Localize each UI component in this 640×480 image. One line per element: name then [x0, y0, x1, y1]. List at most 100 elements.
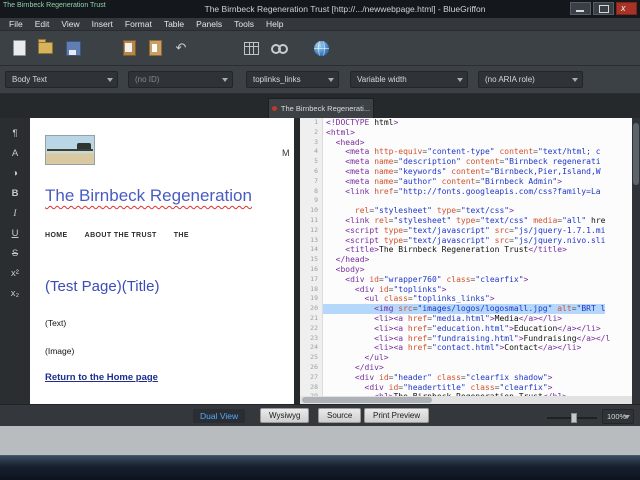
code-line[interactable]: 27 <div id="header" class="clearfix shad… [300, 372, 632, 383]
code-line[interactable]: 7 <meta name="author" content="Birnbeck … [300, 176, 632, 187]
maximize-button[interactable] [593, 2, 614, 15]
image-placeholder[interactable]: (Image) [45, 346, 74, 356]
wysiwyg-pane[interactable]: M The Birnbeck Regeneration HOME ABOUT TH… [30, 118, 294, 404]
code-line[interactable]: 26 </div> [300, 362, 632, 373]
menu-table[interactable]: Table [158, 19, 190, 29]
code-line[interactable]: 14 <title>The Birnbeck Regeneration Trus… [300, 245, 632, 256]
color-picker-button[interactable]: ◑ [5, 166, 25, 181]
width-dropdown[interactable]: Variable width [350, 71, 468, 88]
source-horizontal-scrollbar[interactable] [300, 396, 632, 404]
subscript-button[interactable]: x₂ [5, 286, 25, 301]
page-title[interactable]: The Birnbeck Regeneration [45, 186, 252, 206]
code-line[interactable]: 18 <div id="toplinks"> [300, 284, 632, 295]
minimize-button[interactable] [570, 2, 591, 15]
bluegriffon-window: The Birnbeck Regeneration Trust The Birn… [0, 0, 640, 480]
chevron-down-icon [572, 78, 578, 82]
code-line[interactable]: 1 <!DOCTYPE html> [300, 118, 632, 128]
nav-item-about-the-trust[interactable]: ABOUT THE TRUST [85, 232, 157, 239]
code-line[interactable]: 16 <body> [300, 264, 632, 275]
toplinks-partial-text[interactable]: M [282, 148, 290, 158]
code-line[interactable]: 2 <html> [300, 127, 632, 138]
line-number: 20 [300, 304, 323, 314]
code-line[interactable]: 22 <li><a href="education.html">Educatio… [300, 323, 632, 334]
dual-view-button[interactable]: Dual View [193, 409, 246, 423]
menu-view[interactable]: View [55, 19, 85, 29]
code-line[interactable]: 12 <script type="text/javascript" src="j… [300, 225, 632, 236]
code-line[interactable]: 21 <li><a href="media.html">Media</a></l… [300, 313, 632, 324]
paragraph-format-dropdown[interactable]: Body Text [5, 71, 118, 88]
scrollbar-thumb[interactable] [633, 123, 639, 185]
menu-panels[interactable]: Panels [190, 19, 228, 29]
scrollbar-thumb[interactable] [302, 397, 432, 403]
paste-icon[interactable] [144, 37, 166, 59]
link-icon[interactable] [268, 37, 290, 59]
code-line[interactable]: 10 rel="stylesheet" type="text/css"> [300, 206, 632, 216]
element-id-dropdown[interactable]: (no ID) [128, 71, 233, 88]
bold-button[interactable]: B [5, 186, 25, 201]
code-line[interactable]: 6 <meta name="keywords" content="Birnbec… [300, 166, 632, 177]
save-icon [65, 40, 81, 56]
code-line[interactable]: 23 <li><a href="fundraising.html">Fundra… [300, 333, 632, 344]
underline-button[interactable]: U [5, 226, 25, 241]
code-line[interactable]: 5 <meta name="description" content="Birn… [300, 157, 632, 167]
menu-insert[interactable]: Insert [86, 19, 119, 29]
aria-role-dropdown[interactable]: (no ARIA role) [478, 71, 583, 88]
home-page-link[interactable]: Return to the Home page [45, 372, 158, 383]
close-button[interactable]: x [616, 2, 637, 15]
line-number: 19 [300, 294, 323, 305]
minimize-icon [576, 10, 584, 12]
clipboard-icon[interactable] [118, 37, 140, 59]
print-preview-button[interactable]: Print Preview [364, 408, 430, 423]
strikethrough-button[interactable]: S [5, 246, 25, 261]
open-document-icon[interactable] [34, 37, 56, 59]
menu-format[interactable]: Format [119, 19, 158, 29]
text-placeholder[interactable]: (Text) [45, 318, 66, 328]
code-line[interactable]: 17 <div id="wrapper760" class="clearfix"… [300, 274, 632, 285]
css-class-dropdown[interactable]: toplinks_links [246, 71, 339, 88]
undo-icon[interactable] [170, 37, 192, 59]
document-tab[interactable]: The Birnbeck Regenerati... [268, 98, 374, 118]
menu-help[interactable]: Help [260, 19, 289, 29]
line-number: 17 [300, 274, 323, 285]
superscript-button[interactable]: x² [5, 266, 25, 281]
code-line[interactable]: 15 </head> [300, 255, 632, 265]
wysiwyg-view-button[interactable]: Wysiwyg [260, 408, 310, 423]
code-line[interactable]: 11 <link rel="stylesheet" type="text/css… [300, 215, 632, 226]
paragraph-mark-button[interactable]: ¶ [5, 126, 25, 141]
code-line[interactable]: 3 <head> [300, 137, 632, 148]
code-line[interactable]: 9 [300, 196, 632, 207]
zoom-slider[interactable] [547, 413, 597, 423]
code-line[interactable]: 20 <img src="images/logos/logosmall.jpg"… [300, 304, 632, 314]
menu-tools[interactable]: Tools [228, 19, 260, 29]
font-family-button[interactable]: A [5, 146, 25, 161]
paragraph-format-value: Body Text [12, 75, 47, 84]
preview-globe-icon[interactable] [310, 37, 332, 59]
code-line[interactable]: 24 <li><a href="contact.html">Contact</a… [300, 343, 632, 354]
test-page-heading[interactable]: (Test Page)(Title) [45, 278, 159, 295]
code-line[interactable]: 8 <link href="http://fonts.googleapis.co… [300, 186, 632, 197]
code-line[interactable]: 4 <meta http-equiv="content-type" conten… [300, 147, 632, 158]
source-vertical-scrollbar[interactable] [632, 118, 640, 404]
code-line[interactable]: 13 <script type="text/javascript" src="j… [300, 235, 632, 246]
code-line[interactable]: 19 <ul class="toplinks_links"> [300, 294, 632, 305]
zoom-slider-thumb[interactable] [571, 413, 577, 423]
italic-button[interactable]: I [5, 206, 25, 221]
save-icon[interactable] [62, 37, 84, 59]
nav-item-the[interactable]: THE [174, 232, 189, 239]
chevron-down-icon [328, 78, 334, 82]
code-line[interactable]: 25 </ul> [300, 353, 632, 363]
code-line[interactable]: 28 <div id="headertitle" class="clearfix… [300, 382, 632, 393]
table-icon[interactable] [240, 37, 262, 59]
menu-edit[interactable]: Edit [29, 19, 56, 29]
line-number: 25 [300, 353, 323, 363]
source-pane[interactable]: 1 <!DOCTYPE html> 2 <html> 3 <head> 4 <meta h… [300, 118, 632, 404]
nav-item-home[interactable]: HOME [45, 232, 68, 239]
page-nav: HOME ABOUT THE TRUST THE [45, 232, 189, 239]
new-document-icon[interactable] [8, 37, 30, 59]
site-logo-image[interactable] [45, 135, 95, 165]
menu-file[interactable]: File [3, 19, 29, 29]
taskbar: 17:54 24/12/2017 [0, 455, 640, 480]
close-icon: x [621, 3, 626, 13]
source-view-button[interactable]: Source [318, 408, 362, 423]
zoom-level-dropdown[interactable]: 100% [602, 409, 634, 424]
